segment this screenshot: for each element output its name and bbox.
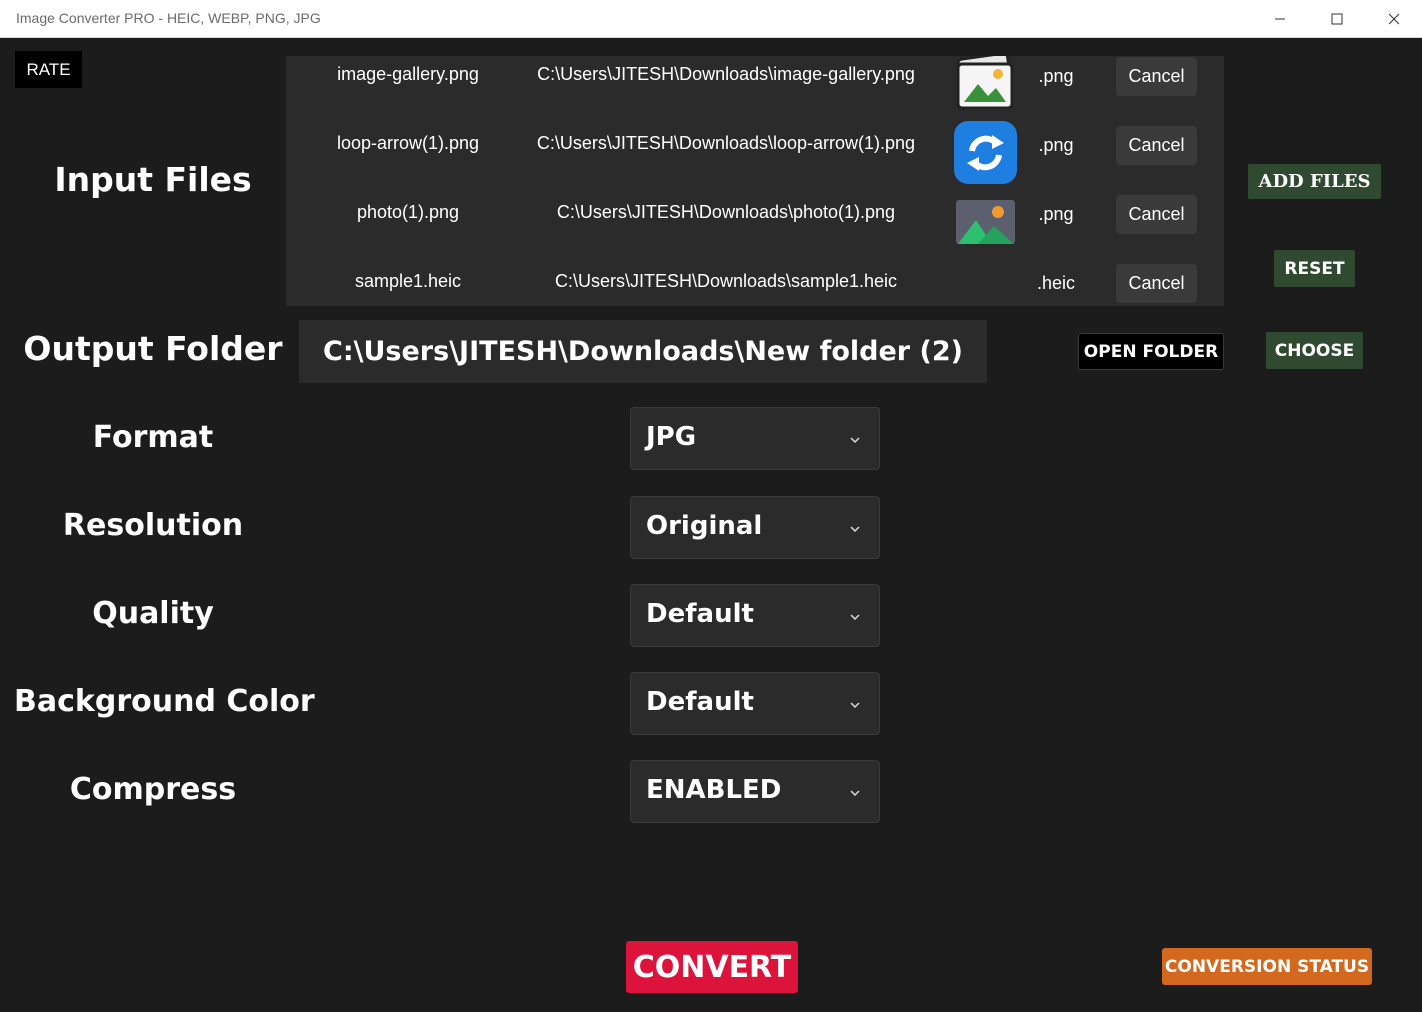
file-row: photo(1).png C:\Users\JITESH\Downloads\p… — [286, 178, 1224, 247]
compress-value: ENABLED — [646, 775, 782, 805]
title-bar: Image Converter PRO - HEIC, WEBP, PNG, J… — [0, 0, 1422, 38]
minimize-icon — [1275, 18, 1285, 20]
chevron-down-icon — [850, 526, 860, 533]
chevron-down-icon — [850, 790, 860, 797]
chevron-down-icon — [850, 614, 860, 621]
background-color-dropdown[interactable]: Default — [630, 672, 880, 735]
file-path: C:\Users\JITESH\Downloads\photo(1).png — [556, 202, 896, 222]
cancel-file-button[interactable]: Cancel — [1116, 264, 1197, 303]
cancel-file-button[interactable]: Cancel — [1116, 126, 1197, 165]
file-extension: .heic — [1036, 273, 1076, 293]
chevron-down-icon — [850, 702, 860, 709]
file-name: photo(1).png — [356, 202, 460, 222]
file-name: image-gallery.png — [337, 64, 479, 84]
maximize-button[interactable] — [1314, 0, 1360, 38]
file-row: image-gallery.png C:\Users\JITESH\Downlo… — [286, 56, 1224, 110]
choose-folder-button[interactable]: CHOOSE — [1266, 332, 1363, 369]
file-path: C:\Users\JITESH\Downloads\loop-arrow(1).… — [536, 133, 916, 153]
window-title: Image Converter PRO - HEIC, WEBP, PNG, J… — [16, 10, 321, 26]
photo-icon — [954, 190, 1017, 253]
cancel-file-button[interactable]: Cancel — [1116, 57, 1197, 96]
convert-button[interactable]: CONVERT — [626, 941, 798, 993]
close-button[interactable] — [1371, 0, 1417, 38]
format-label: Format — [92, 420, 214, 455]
rate-button[interactable]: RATE — [15, 51, 82, 88]
file-path: C:\Users\JITESH\Downloads\sample1.heic — [554, 271, 898, 291]
format-dropdown[interactable]: JPG — [630, 407, 880, 470]
input-files-label: Input Files — [54, 160, 252, 199]
open-folder-button[interactable]: OPEN FOLDER — [1078, 333, 1224, 370]
background-color-label: Background Color — [14, 684, 315, 719]
quality-dropdown[interactable]: Default — [630, 584, 880, 647]
resolution-label: Resolution — [62, 508, 244, 543]
quality-value: Default — [646, 599, 754, 629]
loop-arrow-icon — [954, 121, 1017, 184]
minimize-button[interactable] — [1257, 0, 1303, 38]
add-files-button[interactable]: ADD FILES — [1248, 164, 1381, 199]
image-gallery-icon — [954, 56, 1017, 115]
file-extension: .png — [1038, 135, 1074, 155]
output-folder-path: C:\Users\JITESH\Downloads\New folder (2) — [299, 320, 987, 383]
compress-label: Compress — [69, 772, 237, 807]
input-file-list[interactable]: image-gallery.png C:\Users\JITESH\Downlo… — [286, 56, 1224, 306]
file-extension: .png — [1038, 66, 1074, 86]
file-row: sample1.heic C:\Users\JITESH\Downloads\s… — [286, 247, 1224, 306]
reset-button[interactable]: RESET — [1274, 250, 1355, 287]
conversion-status-button[interactable]: CONVERSION STATUS — [1162, 948, 1372, 985]
output-folder-label: Output Folder — [23, 329, 283, 368]
close-icon — [1388, 13, 1400, 25]
background-color-value: Default — [646, 687, 754, 717]
cancel-file-button[interactable]: Cancel — [1116, 195, 1197, 234]
maximize-icon — [1331, 13, 1343, 25]
format-value: JPG — [646, 422, 697, 452]
chevron-down-icon — [850, 437, 860, 444]
file-row: loop-arrow(1).png C:\Users\JITESH\Downlo… — [286, 109, 1224, 184]
file-path: C:\Users\JITESH\Downloads\image-gallery.… — [537, 64, 915, 84]
compress-dropdown[interactable]: ENABLED — [630, 760, 880, 823]
file-name: loop-arrow(1).png — [336, 133, 480, 153]
resolution-dropdown[interactable]: Original — [630, 496, 880, 559]
quality-label: Quality — [92, 596, 214, 631]
resolution-value: Original — [646, 511, 763, 541]
file-name: sample1.heic — [354, 271, 462, 291]
file-extension: .png — [1038, 204, 1074, 224]
